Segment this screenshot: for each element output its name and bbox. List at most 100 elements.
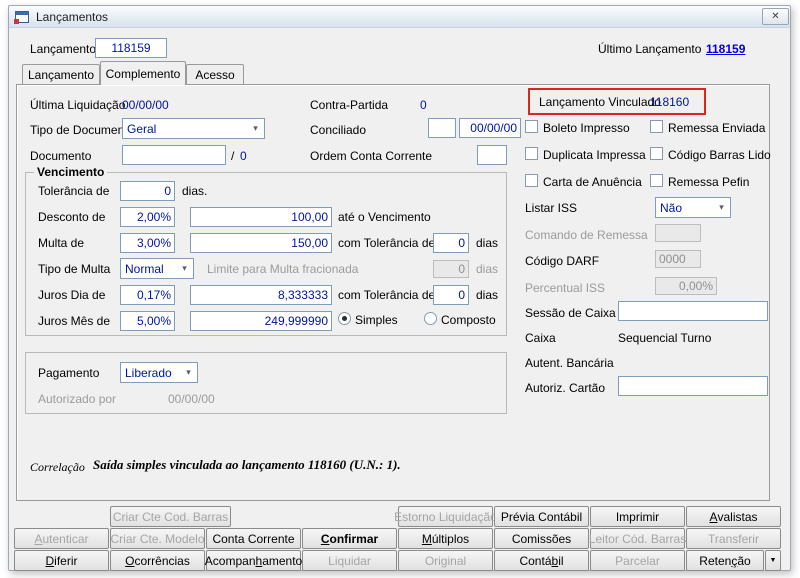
documento-label: Documento [30,149,92,163]
screen: Lançamentos ✕ Lançamento Último Lançamen… [0,0,800,578]
ocorrencias-button[interactable]: Ocorrências [110,550,205,571]
close-button[interactable]: ✕ [762,8,789,25]
previa-contabil-button[interactable]: Prévia Contábil [494,506,589,527]
autorizado-por-value: 00/00/00 [168,392,215,406]
juros-dia-valor-input[interactable] [190,285,332,305]
chevron-down-icon: ▾ [719,202,724,212]
remessa-pefin-label: Remessa Pefin [668,175,750,189]
juros-dia-tolerancia-input[interactable] [433,285,469,305]
juros-mes-pct-input[interactable] [120,311,175,331]
documento-separator: / [231,149,235,163]
listar-iss-select[interactable]: Não ▾ [655,197,731,218]
tab-lancamento[interactable]: Lançamento [22,64,100,84]
percentual-iss-label: Percentual ISS [525,281,606,295]
diferir-button[interactable]: Diferir [14,550,109,571]
ordem-conta-corrente-label: Ordem Conta Corrente [310,149,433,163]
comando-remessa-field [655,224,701,242]
percentual-iss-field [655,277,717,295]
tipo-multa-value: Normal [125,261,164,276]
multa-tolerancia-input[interactable] [433,233,469,253]
contra-partida-value: 0 [420,98,427,112]
titlebar: Lançamentos [9,6,790,28]
multa-pct-input[interactable] [120,233,175,253]
ultima-liquidacao-label: Última Liquidação [30,98,126,112]
ordem-conta-corrente-input[interactable] [477,145,507,165]
duplicata-impressa-checkbox[interactable] [525,147,538,160]
imprimir-button[interactable]: Imprimir [590,506,685,527]
contabil-button[interactable]: Contá b il [494,550,589,571]
desconto-label: Desconto de [38,210,106,224]
composto-radio[interactable] [424,312,437,325]
parcelar-button: Parcelar [590,550,685,571]
vencimento-group-title: Vencimento [34,165,108,179]
caixa-value: Sequencial Turno [618,331,712,345]
juros-dia-label: Juros Dia de [38,288,106,302]
simples-radio[interactable] [338,312,351,325]
chevron-down-icon: ▾ [253,123,258,133]
highlight-annotation [528,88,706,115]
multa-valor-input[interactable] [190,233,332,253]
conciliado-label: Conciliado [310,123,367,137]
juros-mes-valor-input[interactable] [190,311,332,331]
tolerancia-suffix: dias. [182,184,208,198]
listar-iss-value: Não [660,200,683,215]
codigo-barras-lido-label: Código Barras Lido [668,148,771,162]
contra-partida-label: Contra-Partida [310,98,389,112]
remessa-pefin-checkbox[interactable] [650,174,663,187]
autoriz-cartao-input[interactable] [618,376,768,396]
multiplos-button[interactable]: Múltiplos [398,528,493,549]
carta-anuencia-label: Carta de Anuência [543,175,642,189]
duplicata-impressa-label: Duplicata Impressa [543,148,646,162]
juros-dia-tolerancia-label: com Tolerância de [338,288,436,302]
tolerancia-label: Tolerância de [38,184,110,198]
tipo-documento-select[interactable]: Geral ▾ [122,118,265,139]
desconto-valor-input[interactable] [190,207,332,227]
tab-complemento[interactable]: Complemento [100,61,186,85]
retencao-button[interactable]: Reten ç ão [686,550,764,571]
retencao-dropdown-button[interactable]: ▼ [765,550,781,571]
ultimo-lancamento-label: Último Lançamento [598,42,702,56]
autorizado-por-label: Autorizado por [38,392,117,406]
limite-multa-field [433,260,469,278]
criar-cte-cod-barras-button: Criar Cte Cod. Barras [110,506,231,527]
desconto-suffix: até o Vencimento [338,210,431,224]
comissoes-button[interactable]: Comissões [494,528,589,549]
simples-radio-label: Simples [355,313,398,327]
lancamento-number-input[interactable] [95,38,167,58]
tolerancia-input[interactable] [120,181,175,201]
desconto-pct-input[interactable] [120,207,175,227]
documento-input[interactable] [122,145,226,165]
correlacao-text: Saída simples vinculada ao lançamento 11… [93,457,401,472]
multa-dias-label: dias [476,236,499,250]
conciliado-flag-input[interactable] [428,118,456,138]
pagamento-value: Liberado [125,365,172,380]
tipo-multa-select[interactable]: Normal ▾ [120,258,194,279]
conciliado-date-input[interactable] [459,118,521,138]
close-icon: ✕ [771,11,780,22]
ultimo-lancamento-link[interactable]: 118159 [706,42,745,56]
dropdown-arrow-icon: ▼ [769,557,777,564]
remessa-enviada-label: Remessa Enviada [668,121,766,135]
confirmar-button[interactable]: Confirmar [302,528,397,549]
caixa-label: Caixa [525,331,556,345]
lancamento-label: Lançamento [30,42,97,56]
estorno-liquidacao-button: Estorno Liquidação [394,506,497,527]
pagamento-select[interactable]: Liberado ▾ [120,362,198,383]
juros-dia-dias-label: dias [476,288,499,302]
sessao-caixa-input[interactable] [618,301,768,321]
juros-dia-pct-input[interactable] [120,285,175,305]
boleto-impresso-checkbox[interactable] [525,120,538,133]
multa-label: Multa de [38,236,85,250]
ultima-liquidacao-value: 00/00/00 [122,98,169,112]
remessa-enviada-checkbox[interactable] [650,120,663,133]
avalistas-button[interactable]: Avalistas [686,506,781,527]
transferir-button: Transferir [686,528,781,549]
tab-acesso[interactable]: Acesso [186,64,244,84]
codigo-barras-lido-checkbox[interactable] [650,147,663,160]
leitor-cod-barras-button: Leitor Cód. Barras [589,528,686,549]
carta-anuencia-checkbox[interactable] [525,174,538,187]
acompanhamento-button[interactable]: Acompan h amento [205,550,302,571]
conta-corrente-button[interactable]: Conta Corrente [206,528,301,549]
window-title: Lançamentos [36,9,109,24]
autent-bancaria-label: Autent. Bancária [525,356,614,370]
